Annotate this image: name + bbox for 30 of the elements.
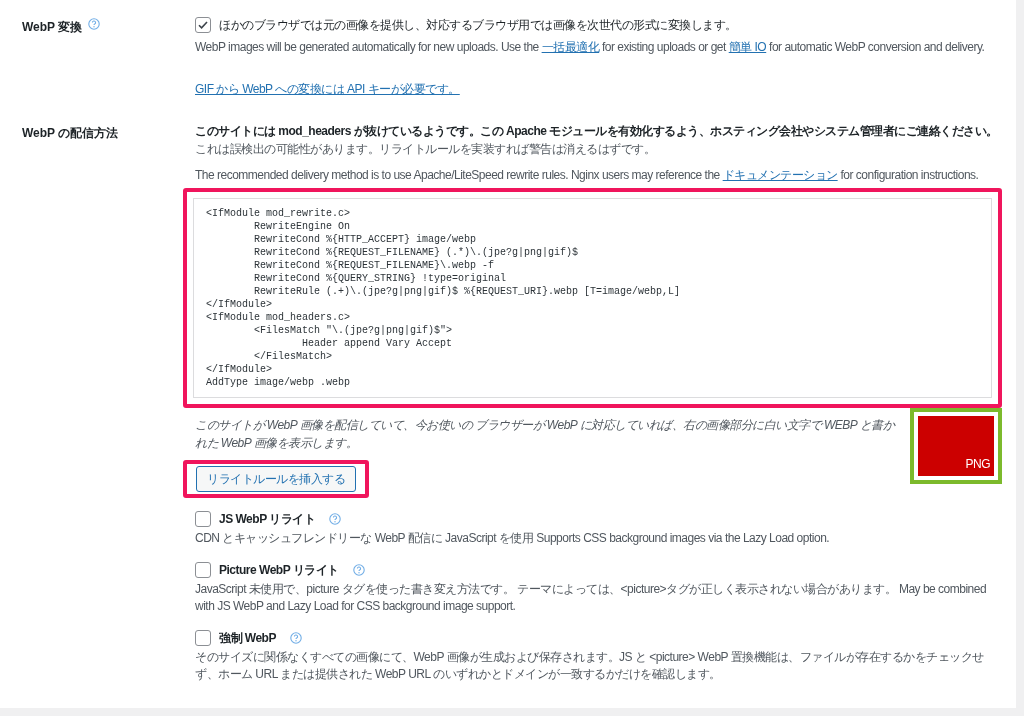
checkbox-label: ほかのブラウザでは元の画像を提供し、対応するブラウザ用では画像を次世代の形式に変換します。 <box>219 17 737 34</box>
option-description: そのサイズに関係なくすべての画像にて、WebP 画像が生成および保存されます。JS と <picture> WebP 置換機能は、ファイルが存在するかをチェックせず、ホーム URL または提供された WebP URL のいずれかとドメインが一致するかだけを確認します。 <box>195 649 985 683</box>
help-icon[interactable] <box>329 513 342 525</box>
recommendation-text: The recommended delivery method is to use Apache/LiteSpeed rewrite rules. Nginx users may reference the ドキュメンテーション for configuration instructions. <box>195 167 980 184</box>
option-description: JavaScript 未使用で、picture タグを使った書き変え方法です。 テーマによっては、<picture>タグが正しく表示されない場合があります。 May be combined with JS WebP and Lazy Load for CSS background image support. <box>195 581 988 615</box>
link[interactable]: 一括最適化 <box>541 40 600 54</box>
link[interactable]: ドキュメンテーション <box>722 168 838 182</box>
test-note: このサイトが WebP 画像を配信していて、今お使いの ブラウザーが WebP に対応していれば、右の画像部分に白い文字で WEBP と書かれた WebP 画像を表示します。 <box>195 417 897 452</box>
description: WebP images will be generated automatically for new uploads. Use the 一括最適化 for existing uploads or get 簡単 IO for automatic WebP conversion and delivery. <box>195 39 986 56</box>
option-label: 強制 WebP <box>219 630 276 647</box>
code-textarea[interactable]: <IfModule mod_rewrite.c> RewriteEngine On RewriteCond %{HTTP_ACCEPT} image/webp RewriteCond %{REQUEST_FILENAME} (.*)\.(jpe?g|png|gif)$ RewriteCond %{REQUEST_FILENAME}\.webp -f RewriteCond %{QUERY_STRING} !type=original RewriteRule (.+)\.(jpe?g|png|gif)$ %{REQUEST_URI}.webp [T=image/webp,L] </IfModule> <IfModule mod_headers.c> <FilesMatch "\.(jpe?g|png|gif)$"> Header append Vary Accept </FilesMatch> </IfModule> AddType image/webp .webp <box>193 198 992 398</box>
help-icon[interactable] <box>88 18 101 30</box>
insert-rules-button[interactable]: リライトルールを挿入する <box>196 466 356 492</box>
warning-note: これは誤検出の可能性があります。リライトルールを実装すれば警告は消えるはずです。 <box>195 141 656 158</box>
option-label: Picture WebP リライト <box>219 562 339 579</box>
checkbox[interactable] <box>195 17 211 33</box>
link[interactable]: 簡単 IO <box>728 40 767 54</box>
checkbox[interactable] <box>195 511 211 527</box>
warning-text: このサイトには mod_headers が抜けているようです。この Apache モジュールを有効化するよう、ホスティング会社やシステム管理者にご連絡ください。 <box>195 123 999 140</box>
help-icon[interactable] <box>352 564 365 576</box>
help-icon[interactable] <box>289 632 302 644</box>
checkmark-icon <box>197 19 209 31</box>
checkbox[interactable] <box>195 562 211 578</box>
option-description: CDN とキャッシュフレンドリーな WebP 配信に JavaScript を使用 Supports CSS background images via the Lazy Load option. <box>195 530 831 547</box>
notice-link[interactable]: GIF から WebP への変換には API キーが必要です。 <box>195 82 460 96</box>
setting-label: WebP 変換 <box>22 19 83 36</box>
option-label: JS WebP リライト <box>219 511 316 528</box>
setting-label: WebP の配信方法 <box>22 125 119 142</box>
checkbox[interactable] <box>195 630 211 646</box>
image-label: PNG <box>965 456 990 473</box>
